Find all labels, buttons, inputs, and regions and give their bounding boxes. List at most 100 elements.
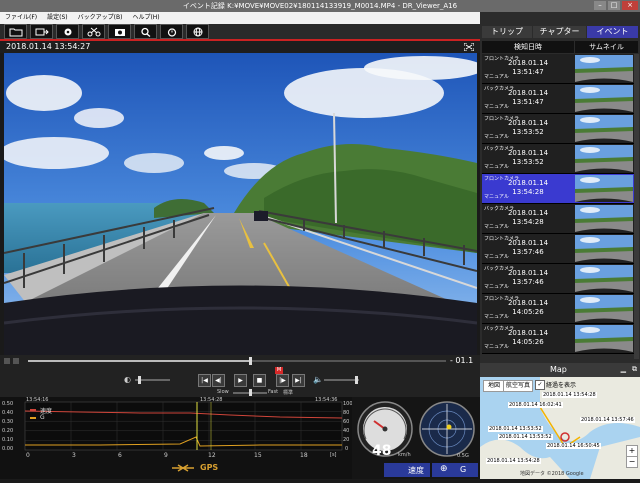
volume-icon: 🔈 bbox=[313, 375, 323, 384]
event-row[interactable]: フロントカメラ 2018.01.14 13:51:47 マニュアル bbox=[482, 54, 638, 84]
event-date: 2018.01.14 bbox=[507, 209, 549, 217]
menu-bar: ファイル(F) 設定(S) バックアップ(B) ヘルプ(H) bbox=[0, 12, 480, 24]
menu-backup[interactable]: バックアップ(B) bbox=[73, 12, 128, 24]
globe-small-icon: ⊕ bbox=[440, 464, 448, 474]
satellite-icon bbox=[172, 464, 194, 472]
g-mode-button[interactable]: ⊕ G bbox=[432, 463, 478, 477]
globe-button[interactable] bbox=[186, 24, 209, 39]
event-mode: マニュアル bbox=[484, 254, 509, 260]
title-bar: イベント記録 K:¥MOVE¥MOVE02¥180114133919_M0014… bbox=[0, 0, 640, 12]
map-popout-icon[interactable]: ⧉ bbox=[632, 365, 637, 374]
event-row[interactable]: バックカメラ 2018.01.14 13:51:47 マニュアル bbox=[482, 84, 638, 114]
progress-bar[interactable]: - 01.1 bbox=[0, 355, 480, 367]
event-date: 2018.01.14 bbox=[507, 269, 549, 277]
minimize-button[interactable]: – bbox=[594, 1, 606, 10]
column-header-date[interactable]: 検知日時 bbox=[482, 41, 574, 53]
map-pane: Map ▁ ⧉ 地図 航空写真 ✓ 経過を表示 2018.01.14 13:54… bbox=[480, 363, 640, 479]
camera-import-icon bbox=[35, 28, 49, 35]
map-type-aerial[interactable]: 航空写真 bbox=[503, 380, 533, 392]
tab-trip[interactable]: トリップ bbox=[482, 26, 532, 38]
x-unit: [s] bbox=[330, 452, 337, 458]
event-mode: マニュアル bbox=[484, 194, 509, 200]
menu-help[interactable]: ヘルプ(H) bbox=[127, 12, 164, 24]
map-minimize-icon[interactable]: ▁ bbox=[621, 365, 626, 373]
menu-file[interactable]: ファイル(F) bbox=[0, 12, 42, 24]
map-label-5: 2018.01.14 16:50:45 bbox=[546, 443, 601, 449]
maximize-button[interactable]: □ bbox=[608, 1, 620, 10]
open-folder-button[interactable] bbox=[4, 24, 27, 39]
event-date: 2018.01.14 bbox=[507, 239, 549, 247]
event-date: 2018.01.14 bbox=[507, 149, 549, 157]
y-tick-0: 0.50 bbox=[2, 401, 14, 407]
event-row[interactable]: フロントカメラ 2018.01.14 14:05:26 マニュアル bbox=[482, 294, 638, 324]
r-tick-4: 20 bbox=[343, 437, 350, 443]
tab-chapter[interactable]: チャプター bbox=[533, 26, 586, 38]
brightness-icon: ◐ bbox=[124, 375, 131, 384]
event-marker: M bbox=[275, 367, 283, 374]
event-row[interactable]: フロントカメラ 2018.01.14 13:54:28 マニュアル bbox=[482, 174, 638, 204]
close-button[interactable]: × bbox=[622, 1, 638, 10]
event-date: 2018.01.14 bbox=[507, 119, 549, 127]
event-row[interactable]: バックカメラ 2018.01.14 13:54:28 マニュアル bbox=[482, 204, 638, 234]
search-button[interactable] bbox=[134, 24, 157, 39]
x-tick-6: 18 bbox=[300, 452, 308, 459]
map-attribution: 地図データ ©2018 Google bbox=[520, 471, 584, 477]
skip-start-button[interactable]: |◀ bbox=[198, 374, 211, 387]
speed-slider-knob[interactable] bbox=[249, 389, 252, 396]
snapshot-icon bbox=[114, 28, 125, 36]
event-thumbnail bbox=[575, 175, 633, 202]
prev-chapter-icon[interactable] bbox=[4, 358, 10, 364]
event-row[interactable]: バックカメラ 2018.01.14 13:57:46 マニュアル bbox=[482, 264, 638, 294]
gear-icon bbox=[64, 28, 71, 35]
cut-button[interactable] bbox=[82, 24, 105, 39]
event-mode: マニュアル bbox=[484, 74, 509, 80]
event-row[interactable]: フロントカメラ 2018.01.14 13:53:52 マニュアル bbox=[482, 114, 638, 144]
event-mode: マニュアル bbox=[484, 134, 509, 140]
map-type-map[interactable]: 地図 bbox=[483, 380, 505, 392]
speed-value: 48 bbox=[372, 443, 392, 459]
event-list-pane: トリップ チャプター イベント 検知日時 サムネイル フロントカメラ 2018.0… bbox=[480, 12, 640, 363]
x-tick-4: 12 bbox=[208, 452, 216, 459]
event-row[interactable]: バックカメラ 2018.01.14 14:05:26 マニュアル bbox=[482, 324, 638, 354]
event-mode: マニュアル bbox=[484, 224, 509, 230]
event-row[interactable]: フロントカメラ 2018.01.14 13:57:46 マニュアル bbox=[482, 234, 638, 264]
event-mode: マニュアル bbox=[484, 284, 509, 290]
legend-speed-swatch bbox=[30, 409, 36, 411]
frame-forward-button[interactable]: |▶ bbox=[276, 374, 289, 387]
tab-event[interactable]: イベント bbox=[587, 26, 638, 38]
r-tick-3: 40 bbox=[343, 428, 350, 434]
g-value: 0.5G bbox=[457, 453, 469, 459]
zoom-out-button[interactable]: − bbox=[626, 456, 638, 468]
globe-icon bbox=[193, 27, 202, 36]
gps-label: GPS bbox=[200, 463, 219, 472]
fast-label: Fast bbox=[268, 389, 279, 395]
stop-button[interactable]: ■ bbox=[253, 374, 266, 387]
list-scrollbar[interactable] bbox=[634, 54, 639, 359]
speed-mode-button[interactable]: 速度 bbox=[384, 463, 430, 477]
progress-thumb[interactable] bbox=[248, 357, 252, 365]
next-chapter-icon[interactable] bbox=[13, 358, 19, 364]
volume-slider-knob[interactable] bbox=[354, 376, 358, 384]
fullscreen-icon[interactable] bbox=[464, 43, 474, 51]
search-icon bbox=[140, 27, 150, 37]
graph-cursor-time: 13:54:28 bbox=[200, 397, 223, 403]
column-header-thumbnail[interactable]: サムネイル bbox=[575, 41, 638, 53]
map-label-2: 2018.01.14 13:57:46 bbox=[580, 417, 635, 423]
show-progress-checkbox[interactable]: ✓ bbox=[535, 380, 545, 390]
menu-settings[interactable]: 設定(S) bbox=[42, 12, 73, 24]
snapshot-button[interactable] bbox=[108, 24, 131, 39]
timer-button[interactable] bbox=[160, 24, 183, 39]
brightness-slider-knob[interactable] bbox=[137, 376, 141, 384]
y-tick-5: 0.00 bbox=[2, 446, 14, 452]
event-thumbnail bbox=[575, 325, 633, 352]
event-row[interactable]: バックカメラ 2018.01.14 13:53:52 マニュアル bbox=[482, 144, 638, 174]
skip-end-button[interactable]: ▶| bbox=[292, 374, 305, 387]
settings-button[interactable] bbox=[56, 24, 79, 39]
y-tick-2: 0.30 bbox=[2, 419, 14, 425]
event-thumbnail bbox=[575, 145, 633, 172]
play-button[interactable]: ▶ bbox=[234, 374, 247, 387]
r-tick-2: 60 bbox=[343, 419, 350, 425]
frame-back-button[interactable]: ◀| bbox=[212, 374, 225, 387]
import-button[interactable] bbox=[30, 24, 53, 39]
video-frame[interactable] bbox=[4, 53, 477, 355]
